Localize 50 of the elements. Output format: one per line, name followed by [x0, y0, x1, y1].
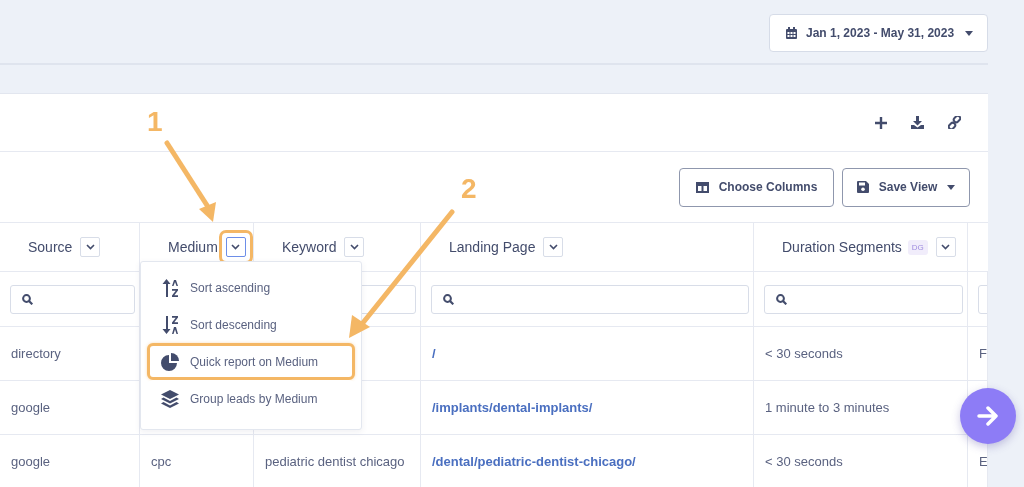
arrow-right-icon	[977, 406, 999, 426]
pie-chart-icon	[161, 352, 179, 371]
search-icon	[22, 293, 33, 305]
table-cell: pediatric dentist chicago	[265, 454, 405, 469]
next-button[interactable]	[960, 388, 1016, 444]
date-range-button[interactable]: Jan 1, 2023 - May 31, 2023	[769, 14, 988, 52]
filter-field[interactable]	[764, 284, 963, 314]
column-tag: DG	[907, 239, 928, 255]
calendar-icon	[786, 27, 797, 39]
page-link[interactable]: /implants/dental-implants/	[432, 400, 593, 415]
chevron-down-icon	[349, 244, 359, 250]
link-icon[interactable]	[948, 116, 961, 129]
download-icon[interactable]	[911, 116, 924, 129]
chevron-down-icon	[941, 244, 951, 250]
filter-field[interactable]	[431, 284, 749, 314]
step-number: 2	[461, 175, 477, 203]
page-link[interactable]: /dental/pediatric-dentist-chicago/	[432, 454, 636, 469]
search-icon	[443, 293, 454, 305]
menu-item[interactable]: Quick report on Medium	[147, 343, 355, 380]
plus-icon[interactable]	[875, 116, 887, 129]
table-cell: 1 minute to 3 minutes	[765, 400, 890, 415]
column-header: Keyword	[282, 239, 337, 255]
filter-field[interactable]	[10, 284, 135, 314]
table-cell: < 30 seconds	[765, 454, 843, 469]
page-link[interactable]: /	[432, 346, 436, 361]
sort-descending-icon	[161, 315, 179, 334]
column-header: Duration Segments	[782, 239, 902, 255]
caret-icon	[947, 184, 956, 190]
sort-ascending-icon	[161, 278, 179, 297]
table-cell: google	[11, 454, 51, 469]
save-view-button[interactable]: Save View	[842, 167, 970, 207]
chevron-down-icon	[548, 244, 558, 250]
table-cell: google	[11, 400, 51, 415]
column-menu-button[interactable]	[225, 237, 246, 257]
table-cell: cpc	[151, 454, 172, 469]
column-header: Source	[28, 239, 73, 255]
column-header: Medium	[168, 239, 218, 255]
chevron-down-icon	[231, 244, 241, 250]
chevron-down-icon	[85, 244, 95, 250]
columns-icon	[695, 181, 709, 193]
choose-columns-button[interactable]: Choose Columns	[679, 167, 834, 207]
table-cell: < 30 seconds	[765, 346, 843, 361]
table-cell: directory	[11, 346, 61, 361]
step-number: 1	[147, 108, 163, 136]
layers-icon	[161, 389, 179, 408]
caret-icon	[965, 30, 973, 36]
table-cell: E	[979, 454, 987, 469]
table-cell: F	[979, 346, 987, 361]
column-header: Landing Page	[449, 239, 536, 255]
search-icon	[776, 293, 787, 305]
